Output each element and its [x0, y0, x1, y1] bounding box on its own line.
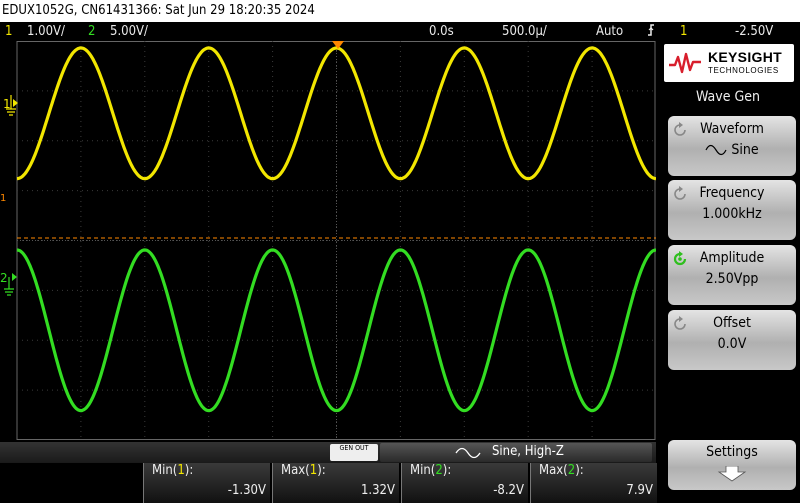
brand-subtitle: TECHNOLOGIES: [708, 66, 779, 75]
trigger-level-marker[interactable]: 1: [0, 193, 6, 204]
arrow-down-icon: [717, 466, 747, 482]
ch1-number[interactable]: 1: [5, 22, 12, 41]
trigger-source[interactable]: 1: [680, 22, 687, 41]
ch2-scale[interactable]: 5.00V/: [110, 22, 148, 41]
waveform-label: Waveform: [700, 121, 764, 137]
amplitude-value: 2.50Vpp: [705, 271, 759, 287]
measurement-min-ch1[interactable]: Min(1): -1.30V: [143, 463, 270, 503]
gen-out-badge[interactable]: GEN OUT: [330, 444, 378, 461]
keysight-logo-icon: [669, 52, 701, 74]
title-bar: EDUX1052G, CN61431366: Sat Jun 29 18:20:…: [0, 0, 800, 22]
amplitude-softkey[interactable]: Amplitude 2.50Vpp: [668, 245, 796, 305]
settings-softkey[interactable]: Settings: [668, 440, 796, 490]
trigger-level[interactable]: -2.50V: [735, 22, 773, 41]
measurement-value: -8.2V: [493, 483, 524, 498]
menu-title: Wave Gen: [696, 89, 760, 105]
sine-wave-icon: [705, 144, 727, 156]
frequency-value: 1.000kHz: [702, 206, 762, 222]
frequency-label: Frequency: [699, 185, 765, 201]
ch2-number[interactable]: 2: [88, 22, 95, 41]
measurement-value: 7.9V: [626, 483, 653, 498]
measurement-max-ch1[interactable]: Max(1): 1.32V: [272, 463, 399, 503]
svg-text:1: 1: [0, 193, 6, 204]
measurement-value: -1.30V: [227, 483, 266, 498]
offset-softkey[interactable]: Offset 0.0V: [668, 310, 796, 370]
measurement-max-ch2[interactable]: Max(2): 7.9V: [530, 463, 657, 503]
waveform-value: Sine: [731, 142, 759, 158]
brand-name: KEYSIGHT: [708, 49, 782, 65]
sine-wave-icon: [455, 447, 481, 459]
amplitude-label: Amplitude: [699, 250, 765, 266]
settings-label: Settings: [706, 444, 758, 460]
gen-out-status[interactable]: Sine, High-Z: [380, 443, 652, 462]
status-bar: 1 1.00V/ 2 5.00V/ 0.0s 500.0µ/ Auto: [0, 22, 656, 41]
offset-label: Offset: [713, 315, 751, 331]
measurement-value: 1.32V: [360, 483, 395, 498]
brand-logo: KEYSIGHT TECHNOLOGIES: [664, 44, 794, 82]
time-delay[interactable]: 0.0s: [429, 22, 454, 41]
instrument-title: EDUX1052G, CN61431366: Sat Jun 29 18:20:…: [2, 3, 315, 18]
ch1-scale[interactable]: 1.00V/: [27, 22, 65, 41]
softkey-panel: KEYSIGHT TECHNOLOGIES Wave Gen Waveform …: [656, 22, 800, 503]
measurement-min-ch2[interactable]: Min(2): -8.2V: [401, 463, 528, 503]
waveform-display[interactable]: 1 2 1: [0, 41, 656, 440]
svg-text:2: 2: [0, 271, 8, 285]
trigger-mode[interactable]: Auto: [596, 22, 623, 41]
frequency-softkey[interactable]: Frequency 1.000kHz: [668, 180, 796, 240]
time-scale[interactable]: 500.0µ/: [502, 22, 547, 41]
gen-out-text: Sine, High-Z: [492, 444, 564, 459]
waveform-softkey[interactable]: Waveform Sine: [668, 116, 796, 176]
offset-value: 0.0V: [717, 336, 747, 352]
